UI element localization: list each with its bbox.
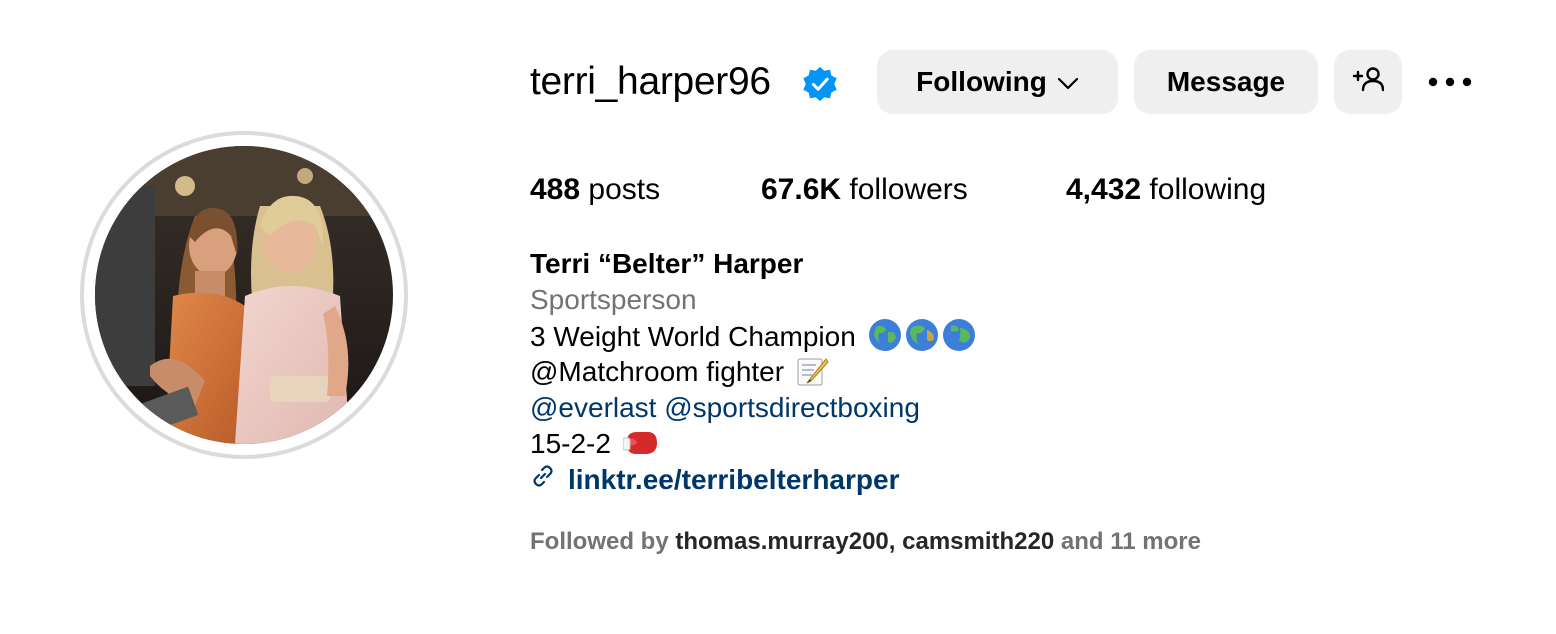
bio-record-text: 15-2-2	[530, 428, 611, 459]
followers-stat[interactable]: 67.6K followers	[761, 170, 968, 210]
mention-everlast[interactable]: @everlast	[530, 392, 656, 423]
link-icon	[530, 462, 556, 498]
following-stat[interactable]: 4,432 following	[1066, 170, 1266, 210]
message-button[interactable]: Message	[1134, 50, 1318, 114]
bio-line-mentions: @everlast @sportsdirectboxing	[530, 390, 920, 426]
followers-count: 67.6K	[761, 173, 842, 206]
bio-champion-text: 3 Weight World Champion	[530, 321, 856, 352]
full-name: Terri “Belter” Harper	[530, 248, 804, 279]
chevron-down-icon	[1057, 66, 1079, 98]
profile-page: terri_harper96 Following Message 488 pos…	[0, 0, 1556, 634]
more-options-icon[interactable]	[1425, 66, 1475, 98]
globe-emoji	[868, 318, 976, 361]
following-button-label: Following	[916, 66, 1047, 97]
external-link-row[interactable]: linktr.ee/terribelterharper	[530, 462, 899, 498]
username: terri_harper96	[530, 60, 771, 103]
followers-label: followers	[849, 173, 968, 206]
posts-stat: 488 posts	[530, 170, 660, 210]
posts-label: posts	[588, 173, 661, 206]
followed-by-separator: ,	[888, 528, 896, 555]
posts-count: 488	[530, 173, 581, 206]
following-count: 4,432	[1066, 173, 1142, 206]
add-person-icon	[1352, 66, 1385, 99]
followed-by-user-2[interactable]: camsmith220	[902, 528, 1054, 555]
external-link[interactable]: linktr.ee/terribelterharper	[568, 462, 899, 498]
bio-matchroom-text: @Matchroom fighter	[530, 356, 785, 387]
category-label: Sportsperson	[530, 284, 697, 315]
following-button[interactable]: Following	[877, 50, 1118, 114]
followed-by[interactable]: Followed by thomas.murray200, camsmith22…	[530, 527, 1201, 557]
avatar[interactable]	[95, 146, 393, 444]
suggested-accounts-button[interactable]	[1334, 50, 1402, 114]
verified-badge-icon	[801, 65, 839, 103]
message-button-label: Message	[1166, 66, 1286, 97]
followed-by-user-1[interactable]: thomas.murray200	[675, 528, 888, 555]
mention-sportsdirectboxing[interactable]: @sportsdirectboxing	[664, 392, 920, 423]
followed-by-more[interactable]: and 11 more	[1061, 528, 1201, 555]
following-label: following	[1149, 173, 1267, 206]
followed-by-prefix: Followed by	[530, 528, 669, 555]
